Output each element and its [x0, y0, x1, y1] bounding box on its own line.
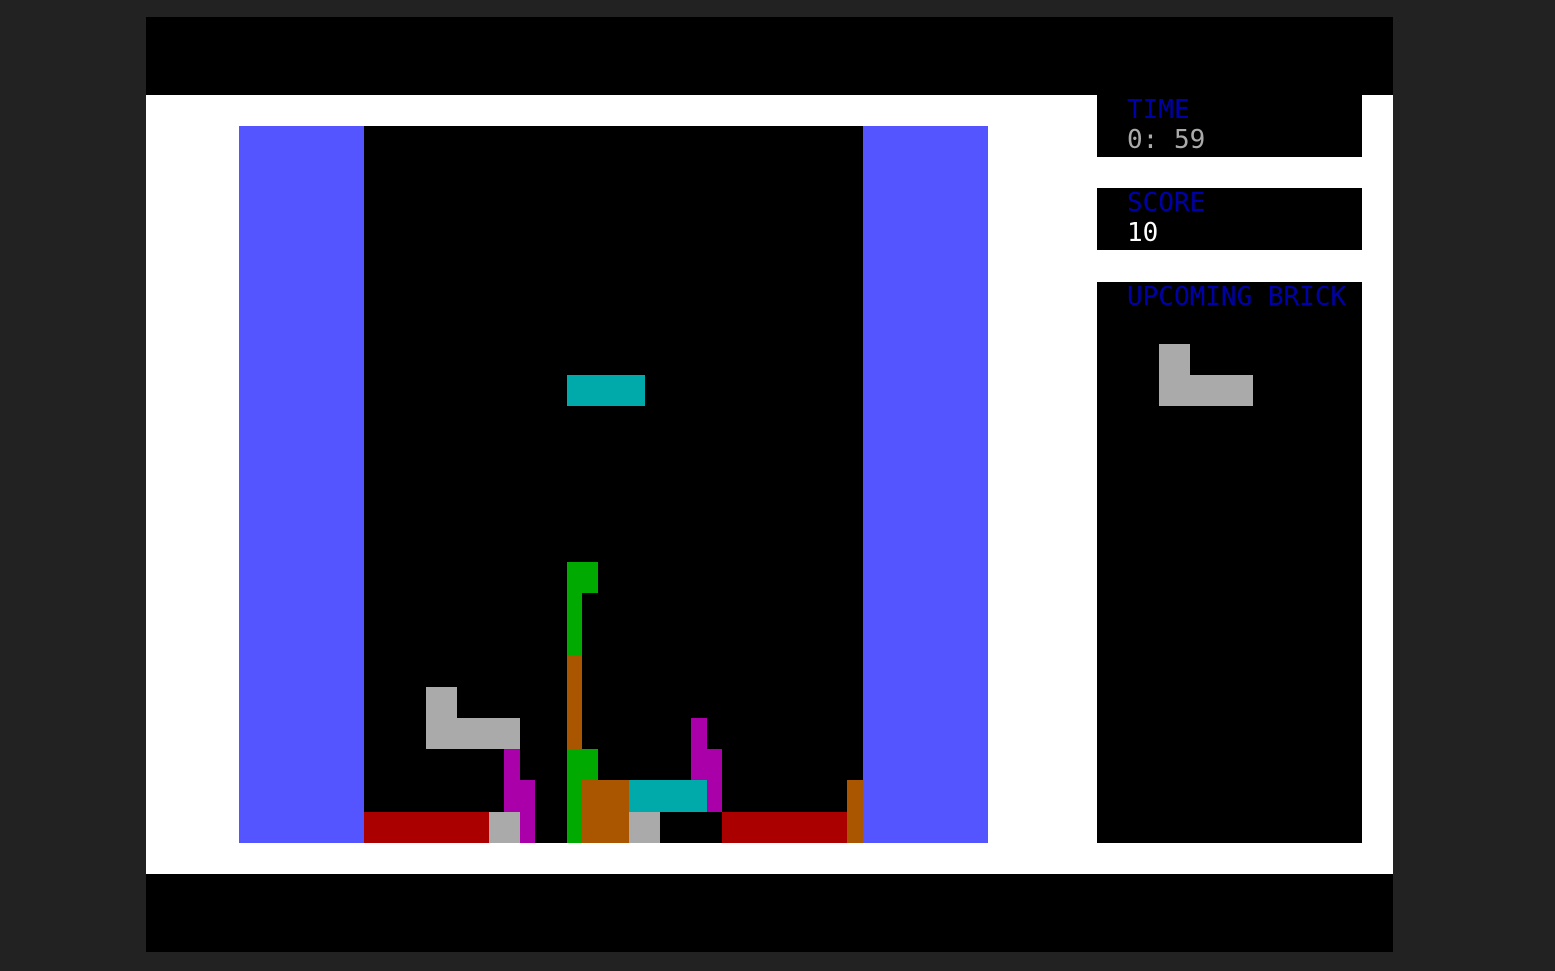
right-wall — [863, 126, 988, 843]
left-wall — [239, 126, 364, 843]
brick-cell — [629, 812, 660, 843]
upcoming-brick-cell — [1159, 344, 1190, 406]
brick-cell — [691, 718, 707, 749]
game-screen: TIME 0: 59 SCORE 10 UPCOMING BRICK — [146, 17, 1393, 952]
upcoming-brick-cell — [1190, 375, 1253, 406]
brick-cell — [567, 780, 582, 843]
play-area: TIME 0: 59 SCORE 10 UPCOMING BRICK — [146, 95, 1393, 874]
time-panel: TIME 0: 59 — [1097, 95, 1362, 157]
time-value: 0: 59 — [1127, 125, 1206, 155]
upcoming-brick-label: UPCOMING BRICK — [1127, 282, 1347, 312]
score-label: SCORE — [1127, 188, 1206, 218]
brick-cell — [691, 749, 722, 780]
brick-cell — [504, 749, 520, 780]
brick-cell — [582, 780, 629, 843]
upcoming-brick-panel: UPCOMING BRICK — [1097, 282, 1362, 843]
brick-cell — [426, 687, 457, 749]
score-panel: SCORE 10 — [1097, 188, 1362, 250]
upcoming-brick-preview — [1159, 344, 1253, 406]
brick-cell — [722, 812, 847, 843]
brick-cell — [707, 780, 722, 812]
letterbox-bottom — [146, 874, 1393, 952]
brick-cell — [364, 812, 489, 843]
brick-cell — [457, 718, 520, 749]
time-label: TIME — [1127, 95, 1190, 125]
brick-cell — [567, 655, 582, 749]
falling-brick — [567, 375, 645, 406]
brick-cell — [567, 749, 598, 780]
game-well — [364, 126, 863, 843]
brick-cell — [489, 812, 520, 843]
score-value: 10 — [1127, 218, 1159, 248]
brick-cell — [847, 780, 863, 843]
brick-cell — [567, 562, 598, 593]
letterbox-top — [146, 17, 1393, 95]
brick-cell — [629, 780, 707, 812]
brick-cell — [567, 593, 582, 655]
